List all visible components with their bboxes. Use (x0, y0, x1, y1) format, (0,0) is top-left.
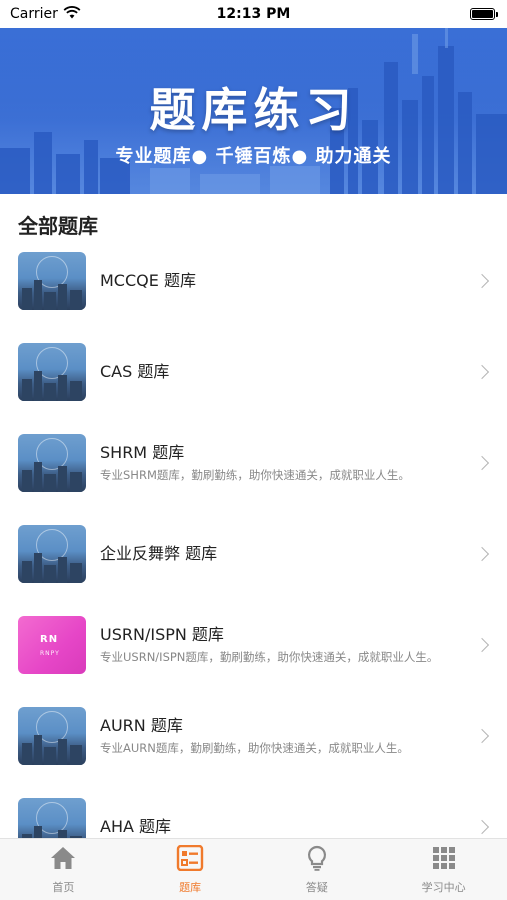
bank-thumbnail: RN RNPY (18, 615, 86, 674)
question-bank-list: MCCQE 题库 CAS 题库 SHRM 题库 专业SHRM题库，勤刷勤练，助你… (0, 235, 507, 872)
banner-subtitle: 专业题库● 千锤百炼● 助力通关 (115, 146, 392, 167)
bank-thumbnail (18, 433, 86, 492)
bank-description: 专业USRN/ISPN题库，勤刷勤练，助你快速通关，成就职业人生。 (100, 650, 439, 664)
bank-title: SHRM 题库 (100, 443, 185, 462)
tab-label: 首页 (52, 881, 75, 894)
list-item[interactable]: AURN 题库 专业AURN题库，勤刷勤练，助你快速通关，成就职业人生。 (0, 690, 507, 781)
bank-title: AURN 题库 (100, 716, 183, 735)
bank-thumbnail (18, 251, 86, 310)
bank-title: USRN/ISPN 题库 (100, 625, 224, 644)
bank-title: AHA 题库 (100, 816, 172, 836)
bank-title: 企业反舞弊 题库 (100, 543, 218, 563)
bank-thumbnail (18, 342, 86, 401)
app-screen: Carrier 12:13 PM 题库练习 专业题库● 千锤百炼● 助力通关 全… (0, 0, 507, 900)
bank-thumbnail (18, 524, 86, 583)
list-item[interactable]: 企业反舞弊 题库 (0, 508, 507, 599)
tab-home[interactable]: 首页 (0, 839, 127, 900)
tab-label: 学习中心 (421, 881, 466, 894)
bank-thumbnail (18, 706, 86, 765)
question-bank-icon (176, 844, 204, 875)
wifi-icon (63, 5, 81, 23)
banner: 题库练习 专业题库● 千锤百炼● 助力通关 (0, 28, 507, 194)
thumbnail-subtext: RNPY (40, 649, 60, 657)
carrier-label: Carrier (10, 6, 58, 22)
list-item[interactable]: CAS 题库 (0, 326, 507, 417)
bank-description: 专业SHRM题库，勤刷勤练，助你快速通关，成就职业人生。 (100, 468, 410, 482)
tab-qa[interactable]: 答疑 (254, 839, 381, 900)
battery-icon (470, 8, 498, 20)
status-bar: Carrier 12:13 PM (0, 0, 507, 28)
thumbnail-text: RN (40, 633, 59, 645)
lightbulb-icon (303, 845, 331, 875)
bank-description: 专业AURN题库，勤刷勤练，助你快速通关，成就职业人生。 (100, 741, 409, 755)
bank-title: CAS 题库 (100, 361, 170, 381)
tab-label: 答疑 (305, 881, 328, 894)
tab-bar: 首页 题库 答疑 学习中心 (0, 838, 507, 900)
tab-question-bank[interactable]: 题库 (127, 839, 254, 900)
list-item[interactable]: RN RNPY USRN/ISPN 题库 专业USRN/ISPN题库，勤刷勤练，… (0, 599, 507, 690)
tab-label: 题库 (179, 881, 202, 894)
tab-learning-center[interactable]: 学习中心 (380, 839, 507, 900)
bank-title: MCCQE 题库 (100, 270, 196, 290)
list-item[interactable]: MCCQE 题库 (0, 235, 507, 326)
list-item[interactable]: SHRM 题库 专业SHRM题库，勤刷勤练，助你快速通关，成就职业人生。 (0, 417, 507, 508)
grid-icon (430, 845, 458, 875)
banner-title: 题库练习 (149, 83, 358, 137)
home-icon (49, 845, 77, 875)
